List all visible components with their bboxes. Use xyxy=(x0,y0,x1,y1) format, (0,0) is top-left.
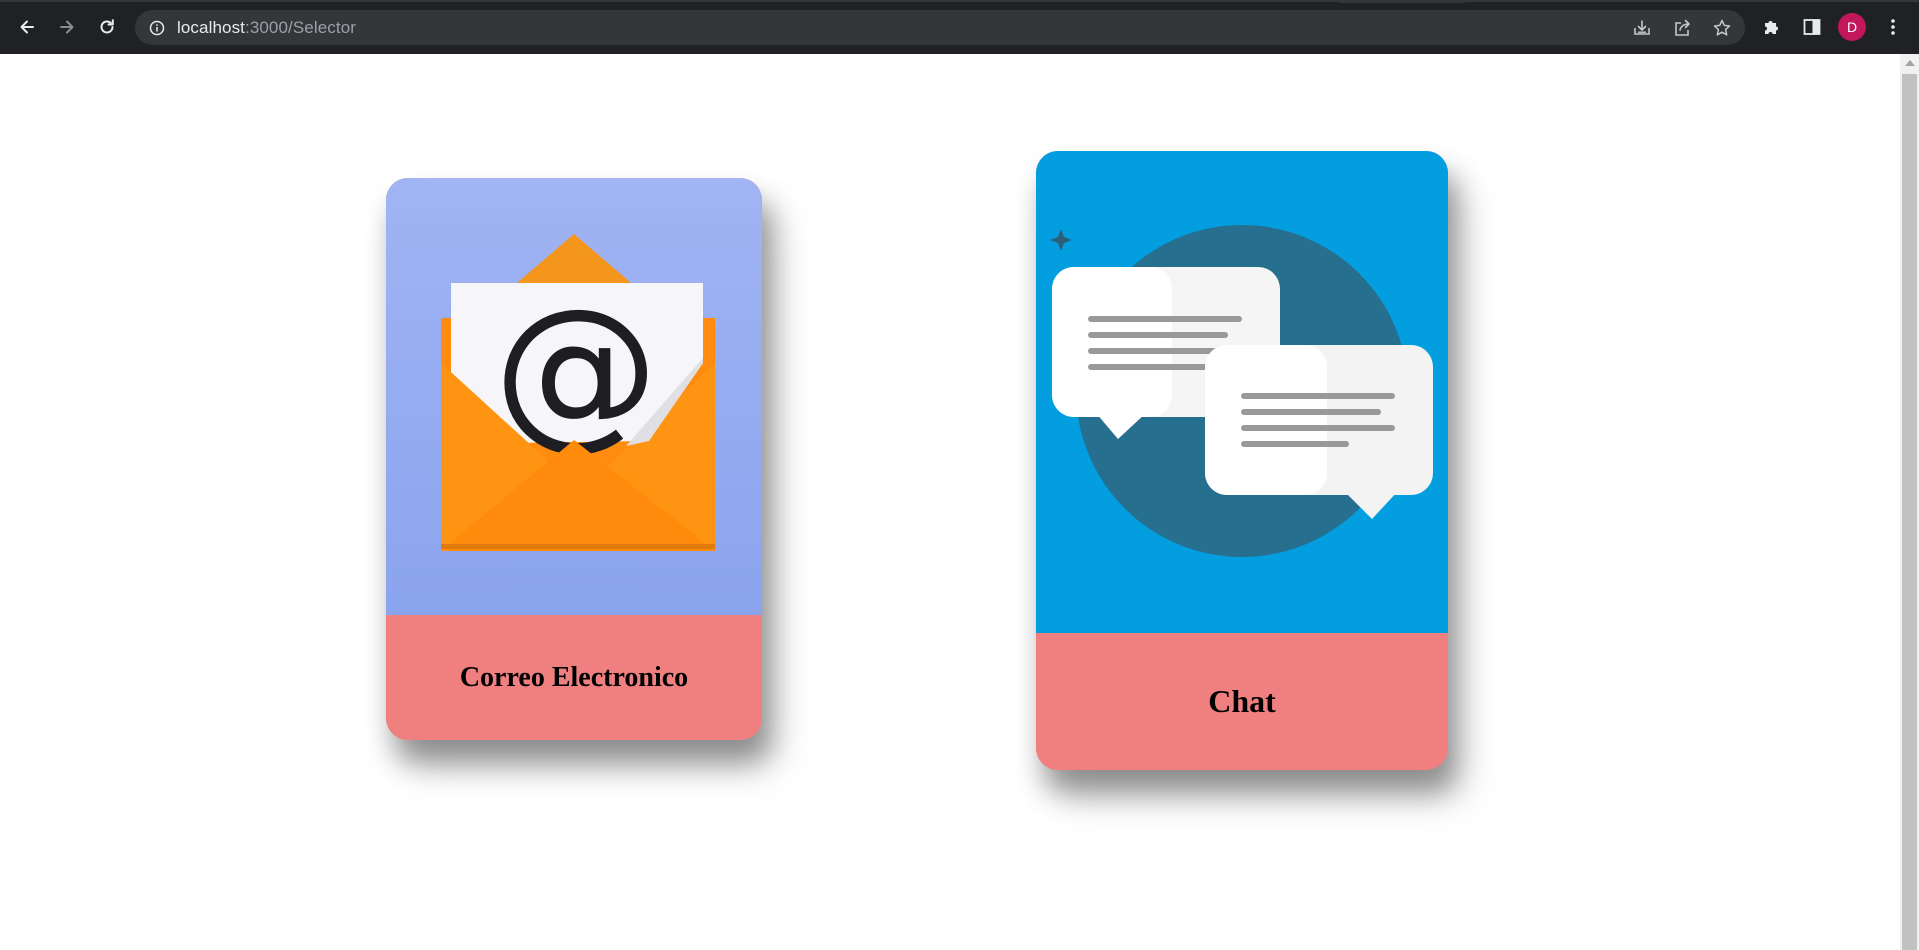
chat-card-image xyxy=(1036,151,1448,633)
url-text[interactable]: localhost:3000/Selector xyxy=(177,18,356,38)
email-card-title: Correo Electronico xyxy=(459,661,689,693)
chat-card-title: Chat xyxy=(1208,683,1276,719)
download-icon[interactable] xyxy=(1632,18,1652,38)
star-icon[interactable] xyxy=(1712,18,1732,38)
scrollbar-thumb[interactable] xyxy=(1902,74,1917,950)
extensions-button[interactable] xyxy=(1758,13,1786,41)
chat-option-card[interactable]: Chat xyxy=(1036,151,1448,770)
url-path: :3000/Selector xyxy=(245,17,357,37)
puzzle-icon xyxy=(1765,21,1778,34)
share-icon[interactable] xyxy=(1672,18,1692,38)
arrow-right-icon xyxy=(60,20,74,34)
address-bar[interactable]: localhost:3000/Selector xyxy=(135,10,1745,45)
arrow-left-icon xyxy=(20,20,34,34)
reload-icon xyxy=(100,19,114,34)
profile-avatar[interactable]: D xyxy=(1838,13,1866,41)
back-button[interactable] xyxy=(11,11,43,43)
email-card-footer: Correo Electronico xyxy=(386,615,762,740)
side-panel-button[interactable] xyxy=(1798,13,1826,41)
email-envelope-at-icon: @ xyxy=(441,234,715,551)
email-card-image: @ xyxy=(386,178,762,615)
reload-button[interactable] xyxy=(91,11,123,43)
tab-indicator xyxy=(1338,0,1466,3)
page-viewport xyxy=(0,54,1900,950)
chat-card-footer: Chat xyxy=(1036,633,1448,770)
url-host: localhost xyxy=(177,17,245,37)
browser-toolbar: localhost:3000/Selector D xyxy=(0,0,1919,54)
scroll-up-arrow[interactable] xyxy=(1905,60,1915,66)
side-panel-icon xyxy=(1803,19,1821,35)
menu-button[interactable] xyxy=(1879,13,1907,41)
forward-button[interactable] xyxy=(51,11,83,43)
email-option-card[interactable]: @ Correo Electronico xyxy=(386,178,762,740)
kebab-menu-icon xyxy=(1891,19,1895,35)
chat-bubbles-icon xyxy=(1050,225,1433,557)
vertical-scrollbar[interactable] xyxy=(1900,54,1919,950)
tab-strip xyxy=(0,0,1919,2)
info-icon[interactable] xyxy=(149,20,165,36)
